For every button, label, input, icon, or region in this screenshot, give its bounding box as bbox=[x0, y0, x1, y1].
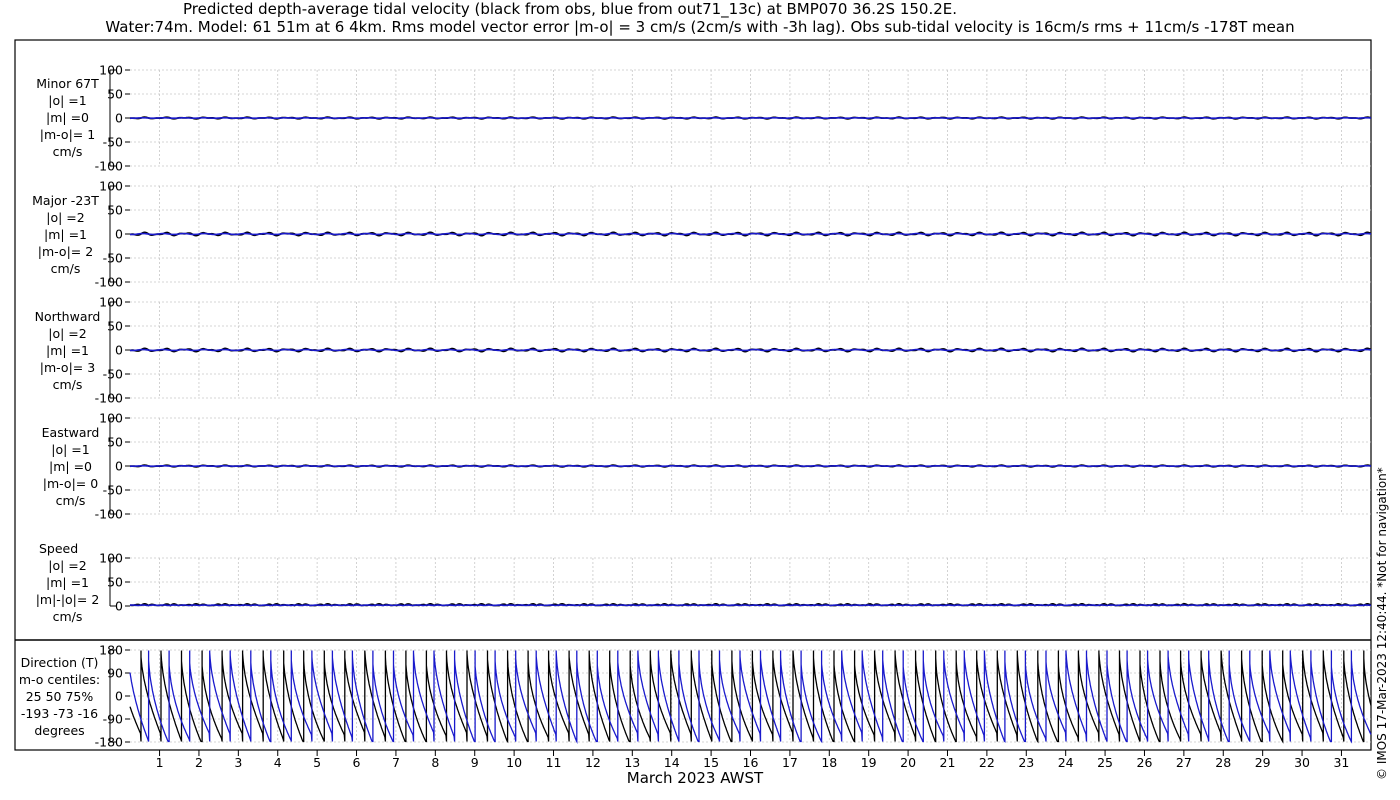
x-tick-label: 18 bbox=[821, 755, 837, 770]
x-tick-label: 19 bbox=[861, 755, 877, 770]
x-tick-label: 20 bbox=[900, 755, 916, 770]
x-tick-label: 8 bbox=[431, 755, 439, 770]
x-tick-label: 31 bbox=[1333, 755, 1349, 770]
y-tick-label: -100 bbox=[95, 507, 123, 522]
y-tick-label: -50 bbox=[103, 483, 123, 498]
x-tick-label: 6 bbox=[353, 755, 361, 770]
x-tick-label: 25 bbox=[1097, 755, 1113, 770]
y-tick-label: 0 bbox=[115, 343, 123, 358]
y-tick-label: -100 bbox=[95, 159, 123, 174]
x-tick-label: 11 bbox=[546, 755, 562, 770]
x-tick-label: 3 bbox=[234, 755, 242, 770]
y-tick-label: -50 bbox=[103, 251, 123, 266]
y-tick-label: 50 bbox=[107, 435, 123, 450]
x-tick-label: 12 bbox=[585, 755, 601, 770]
y-tick-label: 50 bbox=[107, 319, 123, 334]
figure-frame bbox=[14, 39, 1372, 751]
x-tick-label: 4 bbox=[274, 755, 282, 770]
x-tick-label: 9 bbox=[471, 755, 479, 770]
tidal-velocity-chart: 100500-50-100100500-50-100100500-50-1001… bbox=[14, 39, 1372, 770]
y-tick-label: 0 bbox=[115, 599, 123, 614]
x-tick-label: 26 bbox=[1137, 755, 1153, 770]
y-tick-label: 0 bbox=[115, 111, 123, 126]
y-tick-label: 50 bbox=[107, 203, 123, 218]
y-tick-label: 0 bbox=[115, 227, 123, 242]
y-tick-label: -100 bbox=[95, 391, 123, 406]
x-tick-label: 17 bbox=[782, 755, 798, 770]
x-tick-label: 5 bbox=[313, 755, 321, 770]
y-tick-label: -50 bbox=[103, 367, 123, 382]
y-tick-label: -50 bbox=[103, 135, 123, 150]
x-tick-label: 1 bbox=[156, 755, 164, 770]
x-tick-label: 10 bbox=[506, 755, 522, 770]
x-tick-label: 16 bbox=[743, 755, 759, 770]
y-tick-label: 50 bbox=[107, 87, 123, 102]
y-tick-label: 90 bbox=[107, 666, 123, 681]
y-tick-label: -180 bbox=[95, 735, 123, 750]
x-tick-label: 13 bbox=[624, 755, 640, 770]
y-tick-label: -100 bbox=[95, 275, 123, 290]
x-tick-label: 23 bbox=[1018, 755, 1034, 770]
x-tick-label: 22 bbox=[979, 755, 995, 770]
x-tick-label: 27 bbox=[1176, 755, 1192, 770]
x-tick-label: 30 bbox=[1294, 755, 1310, 770]
x-tick-label: 24 bbox=[1058, 755, 1074, 770]
x-tick-label: 14 bbox=[664, 755, 680, 770]
x-tick-label: 15 bbox=[703, 755, 719, 770]
y-tick-label: 50 bbox=[107, 575, 123, 590]
y-tick-label: 0 bbox=[115, 459, 123, 474]
y-tick-label: -90 bbox=[103, 712, 123, 727]
x-tick-label: 7 bbox=[392, 755, 400, 770]
x-tick-label: 29 bbox=[1255, 755, 1271, 770]
x-tick-label: 21 bbox=[940, 755, 956, 770]
x-tick-label: 2 bbox=[195, 755, 203, 770]
x-tick-label: 28 bbox=[1215, 755, 1231, 770]
y-tick-label: 0 bbox=[115, 689, 123, 704]
